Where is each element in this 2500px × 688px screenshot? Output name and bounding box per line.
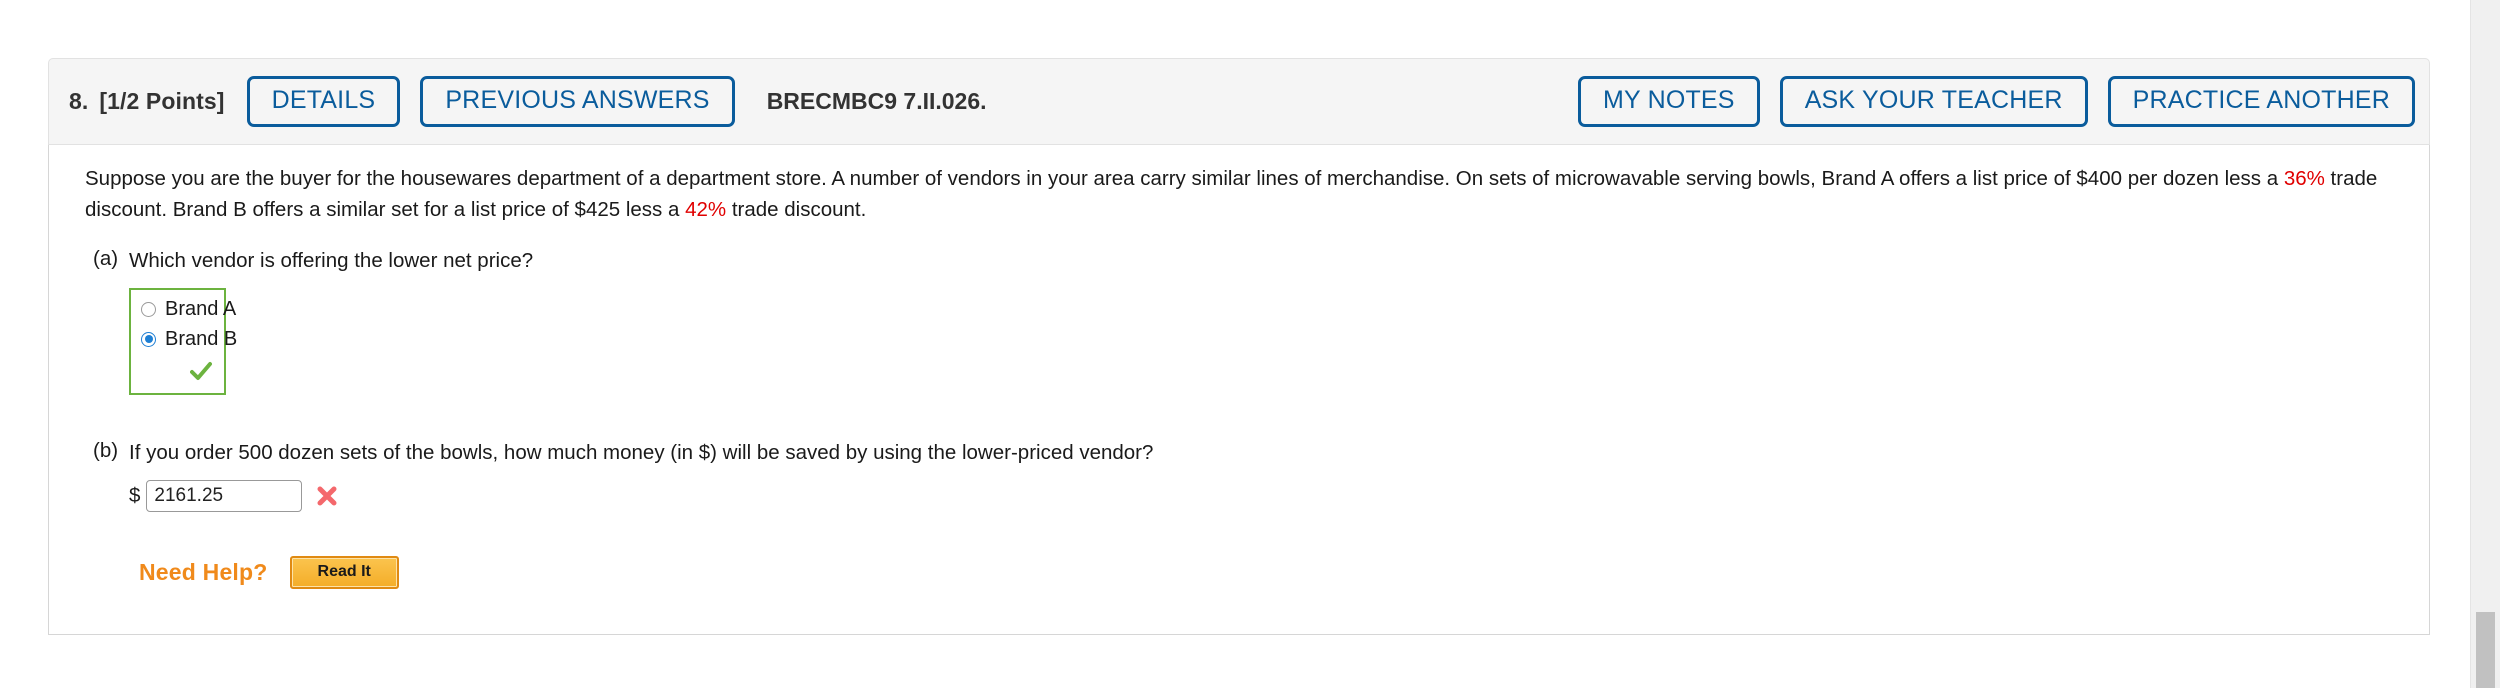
- read-it-button[interactable]: Read It: [289, 556, 399, 590]
- part-b-answer-input[interactable]: [146, 480, 303, 512]
- question-points: 8. [1/2 Points]: [69, 88, 225, 115]
- radio-brand-a[interactable]: [141, 301, 156, 317]
- points-value: [1/2 Points]: [99, 88, 225, 114]
- question-card: 8. [1/2 Points] DETAILS PREVIOUS ANSWERS …: [48, 58, 2430, 635]
- stem-text-3: trade discount.: [726, 198, 867, 221]
- question-body: Suppose you are the buyer for the housew…: [48, 145, 2430, 635]
- my-notes-button[interactable]: MY NOTES: [1577, 76, 1760, 127]
- part-b-prompt: If you order 500 dozen sets of the bowls…: [129, 441, 1154, 464]
- stem-text-1: Suppose you are the buyer for the housew…: [85, 167, 2284, 190]
- part-b-answer-row: $: [129, 480, 2403, 512]
- choice-brand-a-label: Brand A: [165, 298, 237, 320]
- details-button[interactable]: DETAILS: [246, 76, 401, 127]
- part-a: (a) Which vendor is offering the lower n…: [85, 247, 2403, 275]
- choice-brand-b[interactable]: Brand B: [141, 329, 237, 349]
- ask-your-teacher-button[interactable]: ASK YOUR TEACHER: [1779, 76, 2088, 127]
- choice-brand-a[interactable]: Brand A: [141, 299, 236, 319]
- cross-icon: [317, 486, 337, 506]
- need-help-label: Need Help?: [139, 559, 268, 586]
- part-a-result: [141, 359, 214, 389]
- question-header: 8. [1/2 Points] DETAILS PREVIOUS ANSWERS …: [48, 58, 2430, 145]
- page-root: 8. [1/2 Points] DETAILS PREVIOUS ANSWERS …: [0, 0, 2500, 688]
- part-a-choice-group: Brand A Brand B: [129, 288, 237, 395]
- page-scrollbar-thumb[interactable]: [2476, 612, 2495, 688]
- page-scrollbar-track[interactable]: [2470, 0, 2500, 688]
- part-b-label: (b): [93, 439, 119, 462]
- need-help-row: Need Help? Read It: [139, 556, 2403, 590]
- part-a-prompt: Which vendor is offering the lower net p…: [129, 249, 534, 272]
- stem-highlight-2: 42%: [685, 198, 727, 221]
- problem-statement: Suppose you are the buyer for the housew…: [85, 163, 2403, 225]
- choice-brand-b-label: Brand B: [165, 328, 238, 350]
- part-b-result: [316, 485, 338, 507]
- part-b: (b) If you order 500 dozen sets of the b…: [85, 439, 2403, 467]
- part-a-label: (a): [93, 247, 119, 270]
- question-number: 8.: [69, 88, 89, 114]
- radio-brand-b[interactable]: [141, 331, 156, 347]
- previous-answers-button[interactable]: PREVIOUS ANSWERS: [420, 76, 735, 127]
- stem-highlight-1: 36%: [2283, 167, 2325, 190]
- checkmark-icon: [190, 362, 212, 380]
- problem-code: BRECMBC9 7.II.026.: [766, 88, 987, 114]
- currency-symbol: $: [129, 484, 141, 507]
- practice-another-button[interactable]: PRACTICE ANOTHER: [2107, 76, 2415, 127]
